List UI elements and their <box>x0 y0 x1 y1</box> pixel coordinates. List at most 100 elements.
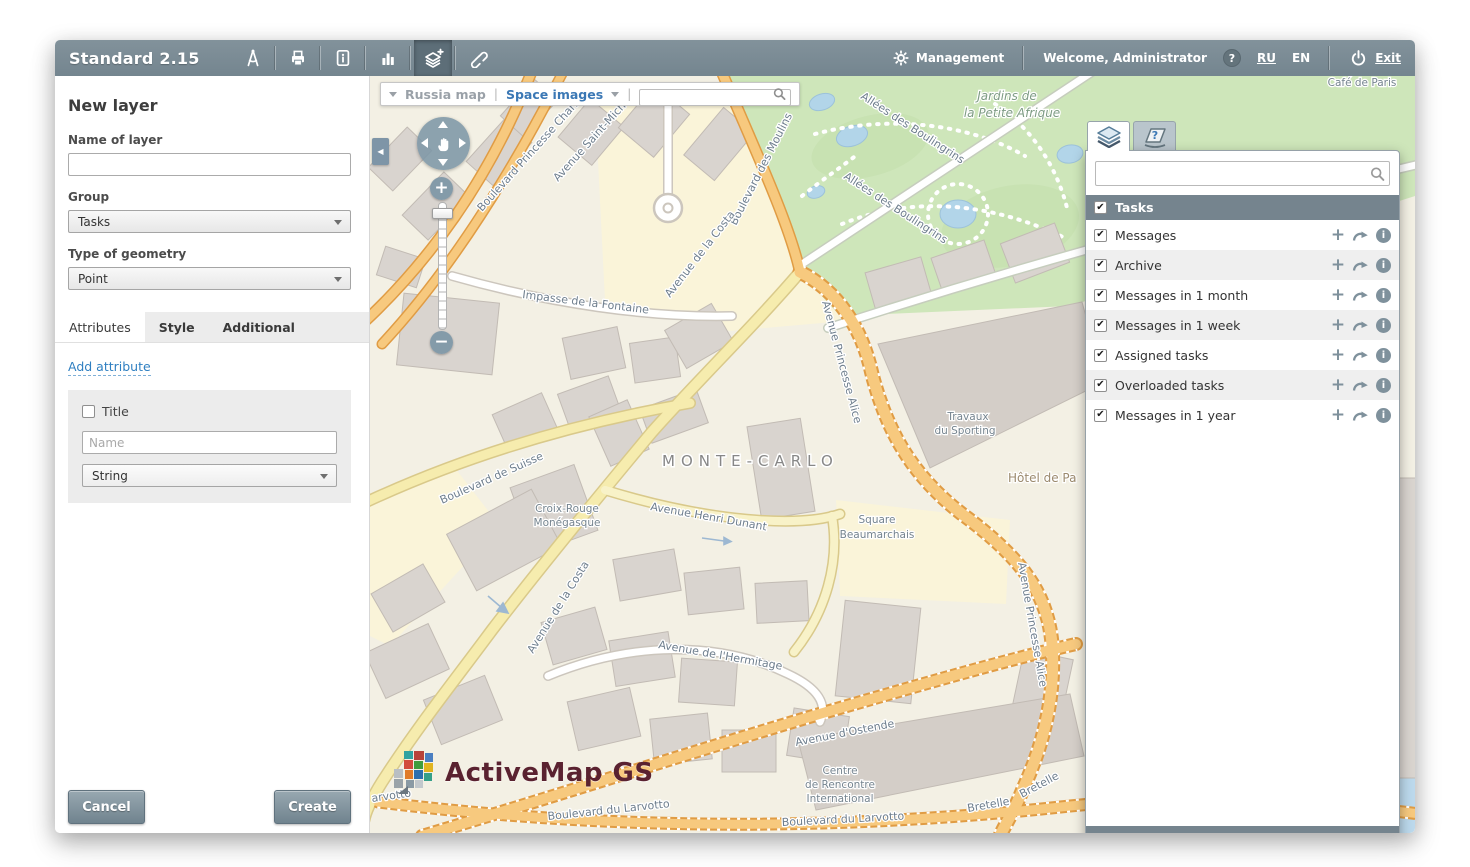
layer-row[interactable]: ✔ Messages in 1 year + i <box>1086 400 1399 430</box>
go-to-layer-icon[interactable] <box>1352 409 1369 422</box>
add-object-button[interactable]: + <box>1330 347 1346 364</box>
poi-label: Centre <box>822 765 857 777</box>
divider <box>365 46 366 70</box>
overlay-layer-select[interactable]: Space images <box>506 87 603 102</box>
bar-chart-icon <box>378 48 398 68</box>
poi-label: International <box>806 793 873 805</box>
add-layer-button[interactable] <box>414 40 452 76</box>
zoom-slider[interactable] <box>438 202 447 330</box>
management-menu[interactable]: Management <box>893 50 1004 66</box>
layer-label: Messages <box>1115 228 1330 243</box>
zoom-slider-handle[interactable] <box>432 208 453 219</box>
top-toolbar: Standard 2.15 <box>55 40 1415 76</box>
help-button[interactable]: ? <box>1223 49 1241 67</box>
layers-search-input[interactable] <box>1095 161 1390 186</box>
geometry-select[interactable]: Point <box>68 267 351 290</box>
map-area[interactable]: Boulevard Princesse Charlotte Avenue Sai… <box>370 76 1415 833</box>
layer-info-button[interactable]: i <box>1376 288 1391 303</box>
layer-info-button[interactable]: i <box>1376 258 1391 273</box>
tab-style[interactable]: Style <box>145 312 209 342</box>
group-select[interactable]: Tasks <box>68 210 351 233</box>
layer-row[interactable]: ✔ Overloaded tasks + i <box>1086 370 1399 400</box>
layer-row[interactable]: ✔ Assigned tasks + i <box>1086 340 1399 370</box>
go-to-layer-icon[interactable] <box>1352 349 1369 362</box>
zoom-in-button[interactable]: + <box>430 177 453 200</box>
group-checkbox[interactable]: ✔ <box>1094 201 1107 214</box>
chevron-down-icon <box>334 277 342 282</box>
layer-row[interactable]: ✔ Archive + i <box>1086 250 1399 280</box>
layer-info-button[interactable]: i <box>1376 348 1391 363</box>
layer-row[interactable]: ✔ Messages in 1 month + i <box>1086 280 1399 310</box>
layer-checkbox[interactable]: ✔ <box>1094 259 1107 272</box>
title-checkbox[interactable] <box>82 405 95 418</box>
add-object-button[interactable]: + <box>1330 257 1346 274</box>
layer-checkbox[interactable]: ✔ <box>1094 229 1107 242</box>
cancel-button[interactable]: Cancel <box>68 790 145 824</box>
add-object-button[interactable]: + <box>1330 287 1346 304</box>
collapse-panel-button[interactable]: ◀ <box>372 138 389 165</box>
poi-label: Square <box>859 514 896 526</box>
layer-label: Messages in 1 week <box>1115 318 1330 333</box>
map-search-input[interactable] <box>639 89 791 106</box>
exit-button[interactable]: Exit <box>1349 49 1401 68</box>
layer-info-button[interactable]: i <box>1376 318 1391 333</box>
layer-info-button[interactable]: i <box>1376 228 1391 243</box>
attribute-type-value: String <box>92 469 128 483</box>
activemap-logo-text: ActiveMap GS <box>445 758 654 788</box>
add-object-button[interactable]: + <box>1330 317 1346 334</box>
add-object-button[interactable]: + <box>1330 377 1346 394</box>
tab-legend[interactable]: ? <box>1133 121 1176 151</box>
report-button[interactable] <box>324 40 362 76</box>
go-to-layer-icon[interactable] <box>1352 259 1369 272</box>
print-button[interactable] <box>279 40 317 76</box>
lang-en[interactable]: EN <box>1292 51 1310 65</box>
measure-button[interactable] <box>234 40 272 76</box>
overlay-dropdown-icon[interactable] <box>611 92 619 97</box>
layer-info-button[interactable]: i <box>1376 378 1391 393</box>
layer-label: Messages in 1 year <box>1115 408 1330 423</box>
pan-down-icon[interactable] <box>438 159 448 166</box>
layers-panel: ? ✔ Tasks <box>1085 121 1400 833</box>
create-button[interactable]: Create <box>274 790 351 824</box>
pan-control[interactable] <box>417 117 470 170</box>
layer-name-input[interactable] <box>68 153 351 176</box>
attribute-name-input[interactable] <box>82 431 337 454</box>
go-to-layer-icon[interactable] <box>1352 229 1369 242</box>
layer-row[interactable]: ✔ Messages + i <box>1086 220 1399 250</box>
layer-form-tabs: Attributes Style Additional <box>55 312 369 343</box>
geometry-type-label: Type of geometry <box>68 247 351 261</box>
layer-checkbox[interactable]: ✔ <box>1094 379 1107 392</box>
layer-checkbox[interactable]: ✔ <box>1094 349 1107 362</box>
layer-checkbox[interactable]: ✔ <box>1094 409 1107 422</box>
pan-up-icon[interactable] <box>438 121 448 128</box>
layer-info-button[interactable]: i <box>1376 408 1391 423</box>
attribute-type-select[interactable]: String <box>82 464 337 487</box>
group-label: Group <box>68 190 351 204</box>
add-object-button[interactable]: + <box>1330 407 1346 424</box>
tab-layers[interactable] <box>1087 121 1130 151</box>
zoom-out-button[interactable]: − <box>430 331 453 354</box>
panel-collapse-bar[interactable]: ▲ <box>1086 826 1399 833</box>
statistics-button[interactable] <box>369 40 407 76</box>
lang-ru[interactable]: RU <box>1257 51 1276 65</box>
base-layer-dropdown-icon[interactable] <box>389 92 397 97</box>
pan-right-icon[interactable] <box>459 138 466 148</box>
layer-row[interactable]: ✔ Messages in 1 week + i <box>1086 310 1399 340</box>
new-layer-panel: New layer Name of layer Group Tasks Type… <box>55 76 370 833</box>
permalink-button[interactable] <box>459 40 497 76</box>
go-to-layer-icon[interactable] <box>1352 289 1369 302</box>
go-to-layer-icon[interactable] <box>1352 379 1369 392</box>
chevron-down-icon <box>320 474 328 479</box>
go-to-layer-icon[interactable] <box>1352 319 1369 332</box>
pan-left-icon[interactable] <box>421 138 428 148</box>
layer-label: Archive <box>1115 258 1330 273</box>
search-icon[interactable] <box>1370 166 1385 181</box>
add-object-button[interactable]: + <box>1330 227 1346 244</box>
base-layer-select[interactable]: Russia map <box>405 87 486 102</box>
layer-checkbox[interactable]: ✔ <box>1094 289 1107 302</box>
tab-additional[interactable]: Additional <box>209 312 309 342</box>
add-attribute-link[interactable]: Add attribute <box>68 359 151 376</box>
layer-checkbox[interactable]: ✔ <box>1094 319 1107 332</box>
tab-attributes[interactable]: Attributes <box>55 312 145 342</box>
search-icon[interactable] <box>773 88 786 101</box>
